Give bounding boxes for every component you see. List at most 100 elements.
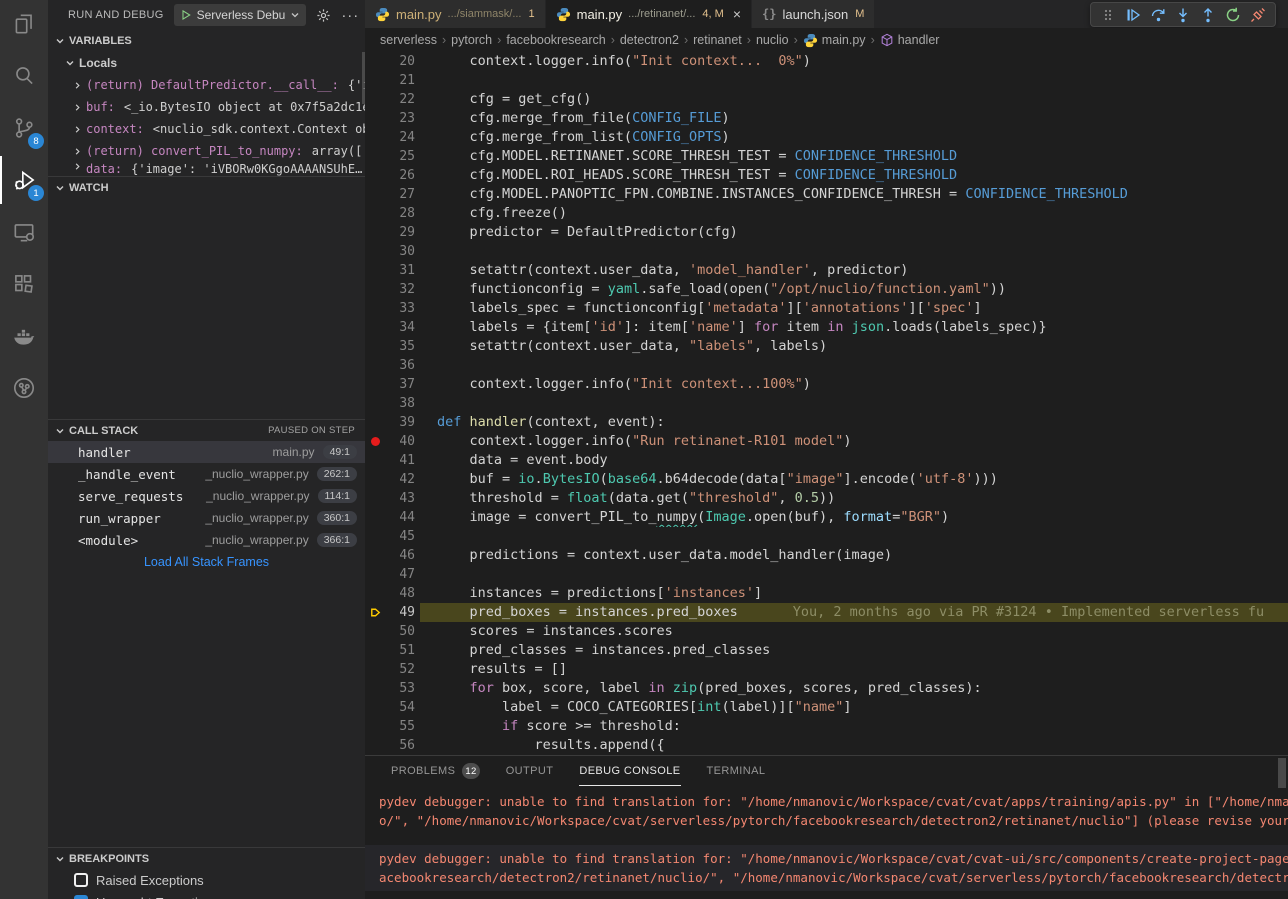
disconnect-button[interactable] (1249, 6, 1267, 24)
code-line-39[interactable]: 39def handler(context, event): (365, 413, 1288, 432)
code-line-33[interactable]: 33 labels_spec = functionconfig['metadat… (365, 299, 1288, 318)
code-text[interactable]: labels = {item['id']: item['name'] for i… (420, 318, 1288, 337)
code-line-42[interactable]: 42 buf = io.BytesIO(base64.b64decode(dat… (365, 470, 1288, 489)
glyph-margin[interactable] (365, 242, 385, 261)
code-text[interactable]: threshold = float(data.get("threshold", … (420, 489, 1288, 508)
code-line-50[interactable]: 50 scores = instances.scores (365, 622, 1288, 641)
code-line-27[interactable]: 27 cfg.MODEL.PANOPTIC_FPN.COMBINE.INSTAN… (365, 185, 1288, 204)
glyph-margin[interactable] (365, 223, 385, 242)
code-text[interactable]: cfg.freeze() (420, 204, 1288, 223)
glyph-margin[interactable] (365, 698, 385, 717)
breadcrumb-item-handler[interactable]: handler (880, 33, 940, 47)
code-editor[interactable]: 20 context.logger.info("Init context... … (365, 52, 1288, 755)
code-line-25[interactable]: 25 cfg.MODEL.RETINANET.SCORE_THRESH_TEST… (365, 147, 1288, 166)
breadcrumb-item-detectron2[interactable]: detectron2 (620, 33, 679, 47)
close-icon[interactable]: × (733, 7, 741, 21)
code-line-29[interactable]: 29 predictor = DefaultPredictor(cfg) (365, 223, 1288, 242)
code-text[interactable]: setattr(context.user_data, 'model_handle… (420, 261, 1288, 280)
code-line-44[interactable]: 44 image = convert_PIL_to_numpy(Image.op… (365, 508, 1288, 527)
glyph-margin[interactable] (365, 280, 385, 299)
glyph-margin[interactable] (365, 413, 385, 432)
glyph-margin[interactable] (365, 584, 385, 603)
activity-item-docker[interactable] (0, 312, 48, 360)
code-line-23[interactable]: 23 cfg.merge_from_file(CONFIG_FILE) (365, 109, 1288, 128)
code-line-47[interactable]: 47 (365, 565, 1288, 584)
code-text[interactable] (420, 394, 1288, 413)
code-text[interactable]: setattr(context.user_data, "labels", lab… (420, 337, 1288, 356)
glyph-margin[interactable] (365, 299, 385, 318)
step-out-button[interactable] (1199, 6, 1217, 24)
code-text[interactable]: cfg.MODEL.RETINANET.SCORE_THRESH_TEST = … (420, 147, 1288, 166)
variable-row[interactable]: (return) convert_PIL_to_numpy:array([[[ … (48, 140, 365, 162)
editor-tab-main.py[interactable]: main.py.../siammask/...1 (365, 0, 545, 28)
code-text[interactable] (420, 356, 1288, 375)
code-line-55[interactable]: 55 if score >= threshold: (365, 717, 1288, 736)
code-text[interactable]: pred_classes = instances.pred_classes (420, 641, 1288, 660)
glyph-margin[interactable] (365, 356, 385, 375)
code-text[interactable]: instances = predictions['instances'] (420, 584, 1288, 603)
glyph-margin[interactable] (365, 337, 385, 356)
code-line-54[interactable]: 54 label = COCO_CATEGORIES[int(label)]["… (365, 698, 1288, 717)
restart-button[interactable] (1224, 6, 1242, 24)
glyph-margin[interactable] (365, 109, 385, 128)
activity-item-run-and-debug[interactable]: 1 (0, 156, 48, 204)
stack-frame-row[interactable]: handlermain.py49:1 (48, 441, 365, 463)
glyph-margin[interactable] (365, 679, 385, 698)
breakpoints-header[interactable]: BREAKPOINTS (48, 847, 365, 869)
code-text[interactable]: context.logger.info("Run retinanet-R101 … (420, 432, 1288, 451)
glyph-margin[interactable] (365, 565, 385, 584)
code-line-53[interactable]: 53 for box, score, label in zip(pred_box… (365, 679, 1288, 698)
code-text[interactable]: cfg.merge_from_list(CONFIG_OPTS) (420, 128, 1288, 147)
stack-frame-row[interactable]: _handle_event_nuclio_wrapper.py262:1 (48, 463, 365, 485)
glyph-margin[interactable] (365, 527, 385, 546)
glyph-margin[interactable] (365, 90, 385, 109)
code-text[interactable]: for box, score, label in zip(pred_boxes,… (420, 679, 1288, 698)
code-text[interactable]: buf = io.BytesIO(base64.b64decode(data["… (420, 470, 1288, 489)
code-text[interactable]: scores = instances.scores (420, 622, 1288, 641)
glyph-margin[interactable] (365, 261, 385, 280)
current-frame-glyph[interactable] (365, 603, 385, 622)
code-line-46[interactable]: 46 predictions = context.user_data.model… (365, 546, 1288, 565)
code-line-45[interactable]: 45 (365, 527, 1288, 546)
code-line-56[interactable]: 56 results.append({ (365, 736, 1288, 755)
code-text[interactable] (420, 71, 1288, 90)
glyph-margin[interactable] (365, 660, 385, 679)
glyph-margin[interactable] (365, 147, 385, 166)
code-text[interactable]: label = COCO_CATEGORIES[int(label)]["nam… (420, 698, 1288, 717)
code-line-22[interactable]: 22 cfg = get_cfg() (365, 90, 1288, 109)
variable-row[interactable]: (return) DefaultPredictor.__call__:{'ins… (48, 74, 365, 96)
debug-console-output[interactable]: pydev debugger: unable to find translati… (365, 788, 1288, 899)
editor-tab-launch.json[interactable]: {}launch.jsonM (752, 0, 874, 28)
breadcrumb-item-retinanet[interactable]: retinanet (693, 33, 742, 47)
code-line-52[interactable]: 52 results = [] (365, 660, 1288, 679)
variable-row[interactable]: buf:<_io.BytesIO object at 0x7f5a2dc1ecc… (48, 96, 365, 118)
code-line-34[interactable]: 34 labels = {item['id']: item['name'] fo… (365, 318, 1288, 337)
code-text[interactable]: data = event.body (420, 451, 1288, 470)
step-over-button[interactable] (1149, 6, 1167, 24)
code-text[interactable]: predictor = DefaultPredictor(cfg) (420, 223, 1288, 242)
code-text[interactable] (420, 565, 1288, 584)
glyph-margin[interactable] (365, 717, 385, 736)
activity-item-remote-explorer[interactable] (0, 208, 48, 256)
code-text[interactable]: cfg.MODEL.ROI_HEADS.SCORE_THRESH_TEST = … (420, 166, 1288, 185)
code-line-26[interactable]: 26 cfg.MODEL.ROI_HEADS.SCORE_THRESH_TEST… (365, 166, 1288, 185)
glyph-margin[interactable] (365, 52, 385, 71)
breadcrumb-item-main.py[interactable]: main.py (803, 33, 866, 48)
code-line-48[interactable]: 48 instances = predictions['instances'] (365, 584, 1288, 603)
variables-header[interactable]: VARIABLES (48, 30, 365, 52)
breadcrumb-item-facebookresearch[interactable]: facebookresearch (506, 33, 605, 47)
glyph-margin[interactable] (365, 736, 385, 755)
panel-tab-debug-console[interactable]: DEBUG CONSOLE (579, 756, 680, 786)
settings-gear-icon[interactable] (316, 8, 331, 23)
code-line-43[interactable]: 43 threshold = float(data.get("threshold… (365, 489, 1288, 508)
code-text[interactable] (420, 242, 1288, 261)
code-line-49[interactable]: 49 pred_boxes = instances.pred_boxesYou,… (365, 603, 1288, 622)
glyph-margin[interactable] (365, 204, 385, 223)
code-line-37[interactable]: 37 context.logger.info("Init context...1… (365, 375, 1288, 394)
activity-item-explorer[interactable] (0, 0, 48, 48)
launch-config-dropdown[interactable]: Serverless Debu (174, 4, 307, 26)
code-line-40[interactable]: 40 context.logger.info("Run retinanet-R1… (365, 432, 1288, 451)
code-line-21[interactable]: 21 (365, 71, 1288, 90)
stack-frame-row[interactable]: run_wrapper_nuclio_wrapper.py360:1 (48, 507, 365, 529)
code-line-32[interactable]: 32 functionconfig = yaml.safe_load(open(… (365, 280, 1288, 299)
